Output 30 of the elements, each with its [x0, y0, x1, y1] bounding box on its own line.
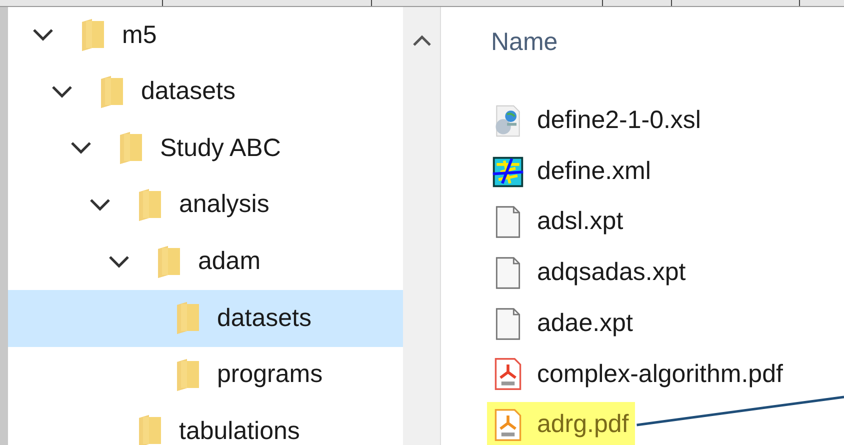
tree-item[interactable]: analysis: [8, 176, 403, 234]
folder-icon: [175, 301, 201, 336]
file-item[interactable]: adrg.pdf: [487, 402, 635, 445]
file-item[interactable]: complex-algorithm.pdf: [487, 352, 789, 398]
file-item[interactable]: define2-1-0.xsl: [487, 98, 707, 144]
folder-icon: [175, 358, 201, 392]
file-item[interactable]: adsl.xpt: [487, 199, 630, 245]
file-item[interactable]: define.xml: [487, 148, 657, 194]
chevron-icon[interactable]: [108, 254, 130, 269]
tree-item[interactable]: Study ABC: [8, 120, 403, 177]
scroll-up-icon[interactable]: [412, 35, 430, 46]
file-item[interactable]: adqsadas.xpt: [487, 250, 692, 296]
chevron-icon[interactable]: [32, 28, 54, 42]
tree-item[interactable]: programs: [8, 346, 403, 404]
folder-icon: [156, 244, 182, 279]
folder-icon: [80, 18, 106, 52]
tree-item[interactable]: adam: [8, 233, 403, 290]
tree-item[interactable]: datasets: [8, 290, 403, 347]
chevron-icon[interactable]: [51, 84, 73, 99]
folder-icon: [137, 414, 163, 445]
chevron-icon[interactable]: [89, 198, 111, 212]
tree-item[interactable]: datasets: [8, 64, 403, 120]
tree-item[interactable]: tabulations: [8, 403, 403, 445]
chevron-icon[interactable]: [70, 141, 92, 156]
tree-item[interactable]: m5: [8, 7, 403, 64]
folder-icon: [99, 74, 125, 109]
folder-icon: [137, 188, 163, 222]
column-header[interactable]: Name: [491, 24, 558, 62]
file-item[interactable]: adae.xpt: [487, 300, 639, 346]
folder-icon: [118, 131, 144, 166]
